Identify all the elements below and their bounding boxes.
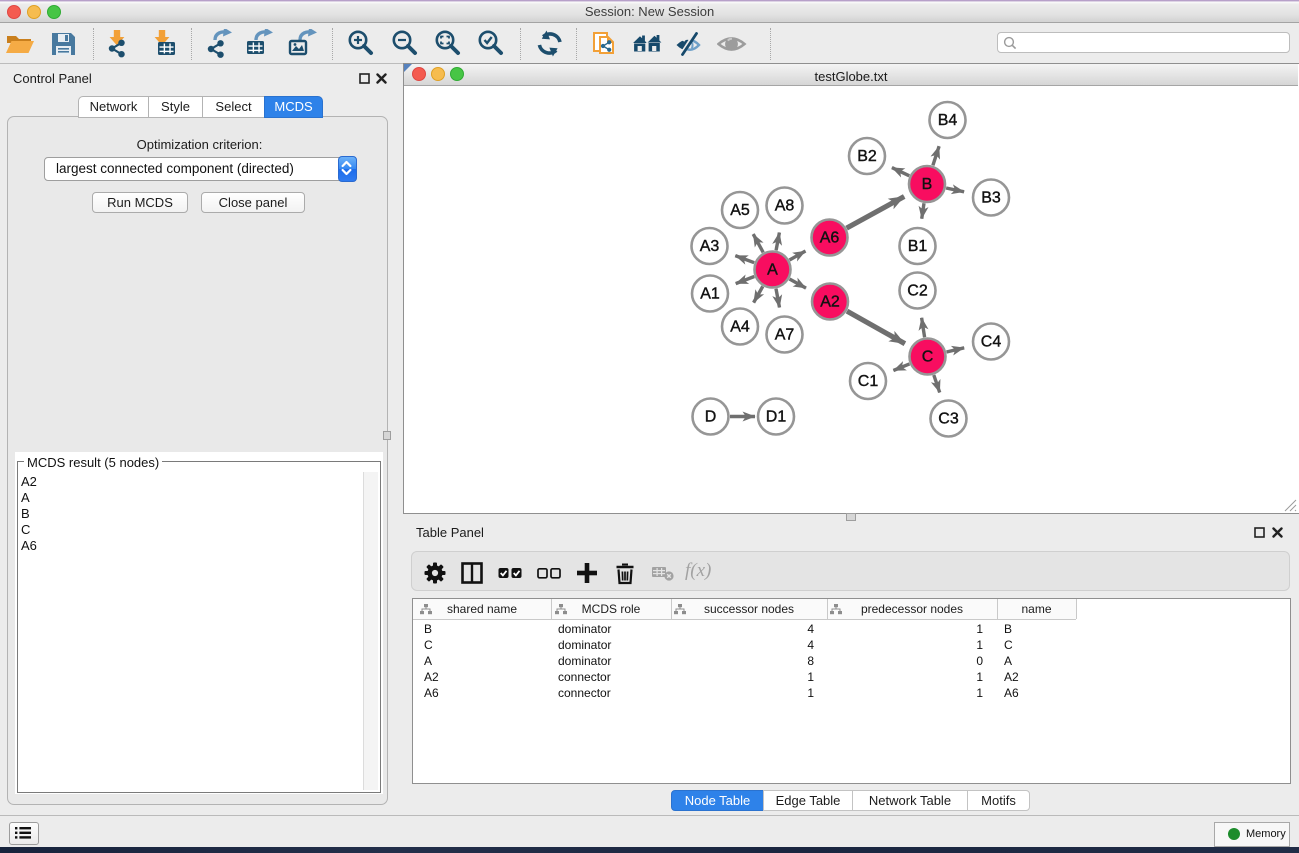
svg-text:B4: B4 — [938, 112, 958, 129]
svg-text:A8: A8 — [775, 198, 795, 215]
svg-text:A2: A2 — [820, 294, 840, 311]
svg-text:B: B — [922, 176, 933, 193]
svg-text:C: C — [922, 349, 934, 366]
svg-text:A1: A1 — [700, 286, 720, 303]
svg-text:C3: C3 — [938, 411, 959, 428]
svg-text:A7: A7 — [775, 327, 795, 344]
svg-text:A6: A6 — [820, 230, 840, 247]
svg-text:A5: A5 — [730, 202, 750, 219]
svg-text:B1: B1 — [908, 238, 928, 255]
svg-text:C4: C4 — [981, 334, 1002, 351]
svg-text:A4: A4 — [730, 319, 750, 336]
svg-text:A3: A3 — [700, 238, 720, 255]
svg-text:D1: D1 — [766, 409, 787, 426]
svg-text:C1: C1 — [858, 373, 879, 390]
svg-text:C2: C2 — [907, 283, 928, 300]
svg-text:B2: B2 — [857, 148, 877, 165]
svg-text:D: D — [705, 409, 717, 426]
svg-text:A: A — [767, 262, 778, 279]
svg-text:B3: B3 — [981, 190, 1001, 207]
